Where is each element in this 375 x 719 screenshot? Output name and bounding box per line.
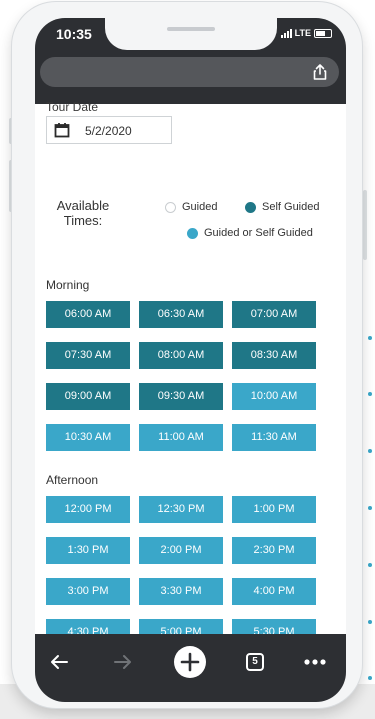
time-slot[interactable]: 3:00 PM bbox=[46, 578, 130, 605]
time-slot[interactable]: 3:30 PM bbox=[139, 578, 223, 605]
legend-guided-dot bbox=[165, 201, 176, 213]
available-times-line1: Available bbox=[56, 198, 110, 213]
address-bar[interactable] bbox=[40, 57, 339, 87]
time-slot[interactable]: 09:00 AM bbox=[46, 383, 130, 410]
legend-guided-or-self-label: Guided or Self Guided bbox=[204, 227, 313, 239]
legend-self-guided: Self Guided bbox=[245, 201, 319, 213]
tabs-count-icon: 5 bbox=[246, 653, 264, 671]
back-arrow-icon bbox=[51, 655, 68, 669]
back-button[interactable] bbox=[45, 648, 73, 676]
time-slot[interactable]: 2:30 PM bbox=[232, 537, 316, 564]
network-status: LTE bbox=[280, 28, 332, 38]
time-slot[interactable]: 06:30 AM bbox=[139, 301, 223, 328]
time-slot[interactable]: 06:00 AM bbox=[46, 301, 130, 328]
edge-dot bbox=[368, 506, 372, 510]
time-slot[interactable]: 2:00 PM bbox=[139, 537, 223, 564]
status-time: 10:35 bbox=[56, 26, 92, 42]
more-icon bbox=[304, 659, 326, 665]
new-tab-button[interactable] bbox=[173, 645, 207, 679]
forward-arrow-icon bbox=[114, 655, 131, 669]
forward-button[interactable] bbox=[109, 648, 137, 676]
tab-count: 5 bbox=[252, 656, 258, 667]
available-times-label: Available Times: bbox=[47, 198, 119, 228]
time-slot[interactable]: 4:00 PM bbox=[232, 578, 316, 605]
time-slot[interactable]: 08:30 AM bbox=[232, 342, 316, 369]
more-button[interactable] bbox=[301, 648, 329, 676]
status-bar: 10:35 LTE bbox=[35, 18, 346, 54]
time-slot[interactable]: 07:30 AM bbox=[46, 342, 130, 369]
share-icon[interactable] bbox=[311, 63, 329, 81]
morning-label: Morning bbox=[46, 278, 90, 292]
network-type: LTE bbox=[294, 28, 311, 38]
time-slot[interactable]: 09:30 AM bbox=[139, 383, 223, 410]
afternoon-label: Afternoon bbox=[46, 473, 99, 487]
calendar-icon bbox=[54, 123, 70, 138]
legend-guided-label: Guided bbox=[182, 201, 218, 213]
new-tab-plus-icon bbox=[174, 646, 206, 678]
edge-dot bbox=[368, 676, 372, 680]
edge-dot bbox=[368, 336, 372, 340]
tour-date-label: Tour Date bbox=[46, 100, 99, 114]
legend-guided-or-self: Guided or Self Guided bbox=[187, 227, 313, 239]
legend-guided-or-self-dot bbox=[187, 227, 198, 239]
speaker-grille bbox=[167, 27, 215, 31]
time-slot[interactable]: 08:00 AM bbox=[139, 342, 223, 369]
phone-notch bbox=[105, 18, 277, 50]
time-slot[interactable]: 11:30 AM bbox=[232, 424, 316, 451]
tour-date-value: 5/2/2020 bbox=[85, 124, 132, 138]
legend-self-guided-label: Self Guided bbox=[262, 201, 320, 213]
edge-dot bbox=[368, 563, 372, 567]
legend-self-guided-dot bbox=[245, 201, 256, 213]
browser-bottom-bar: 5 bbox=[35, 634, 346, 702]
signal-icon bbox=[280, 28, 292, 38]
available-times-line2: Times: bbox=[63, 213, 103, 228]
legend-guided: Guided bbox=[165, 201, 217, 213]
edge-dot bbox=[368, 449, 372, 453]
time-slot[interactable]: 10:00 AM bbox=[232, 383, 316, 410]
phone-side-button-power bbox=[363, 190, 367, 260]
time-slot[interactable]: 10:30 AM bbox=[46, 424, 130, 451]
phone-screen: 10:35 LTE Tour Date 5/2/2020 Available T… bbox=[35, 18, 346, 702]
battery-icon bbox=[314, 28, 332, 38]
time-slot[interactable]: 1:00 PM bbox=[232, 496, 316, 523]
tabs-button[interactable]: 5 bbox=[241, 648, 269, 676]
time-slot[interactable]: 1:30 PM bbox=[46, 537, 130, 564]
edge-dot bbox=[368, 620, 372, 624]
time-slot[interactable]: 11:00 AM bbox=[139, 424, 223, 451]
time-slot[interactable]: 12:00 PM bbox=[46, 496, 130, 523]
time-slot[interactable]: 07:00 AM bbox=[232, 301, 316, 328]
edge-dot bbox=[368, 392, 372, 396]
time-slot[interactable]: 12:30 PM bbox=[139, 496, 223, 523]
tour-date-input[interactable]: 5/2/2020 bbox=[46, 116, 172, 144]
page-content: Tour Date 5/2/2020 Available Times: Guid… bbox=[35, 100, 346, 646]
